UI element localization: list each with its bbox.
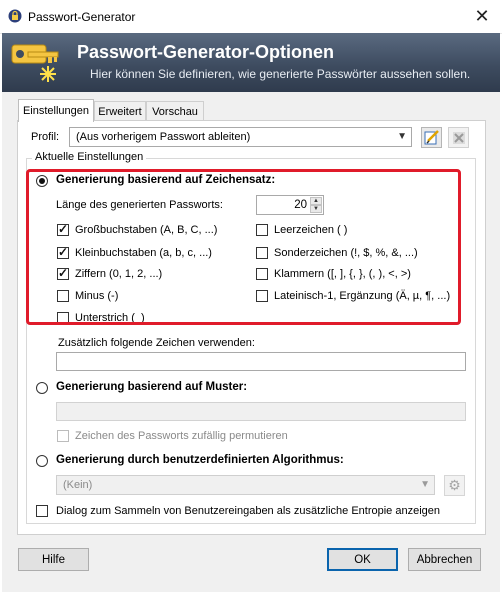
tab-vorschau[interactable]: Vorschau (146, 101, 204, 121)
tab-label: Vorschau (152, 105, 198, 118)
additional-chars-input[interactable] (56, 352, 466, 371)
radio-custom-algorithm-label: Generierung durch benutzerdefinierten Al… (56, 454, 344, 466)
cancel-button-label: Abbrechen (416, 553, 473, 566)
lock-icon (8, 9, 22, 23)
algorithm-dropdown[interactable]: (Kein) ▼ (56, 475, 435, 495)
algorithm-settings-button[interactable]: ⚙ (444, 475, 465, 496)
radio-pattern[interactable] (36, 382, 48, 394)
checkbox-permute[interactable] (57, 430, 69, 442)
checkbox-permute-label: Zeichen des Passworts zufällig permutier… (75, 430, 288, 442)
chevron-down-icon: ▼ (397, 131, 407, 142)
profile-dropdown[interactable]: (Aus vorherigem Passwort ableiten) ▼ (69, 127, 412, 147)
tab-erweitert[interactable]: Erweitert (94, 101, 146, 121)
window-title: Passwort-Generator (28, 10, 136, 24)
tab-einstellungen[interactable]: Einstellungen (18, 99, 94, 122)
highlight-box (26, 169, 461, 325)
help-button-label: Hilfe (41, 553, 65, 566)
tab-label: Einstellungen (22, 105, 90, 117)
header-banner: Passwort-Generator-Optionen Hier können … (2, 33, 500, 92)
radio-custom-algorithm[interactable] (36, 455, 48, 467)
help-button[interactable]: Hilfe (18, 548, 89, 571)
edit-icon (424, 129, 439, 144)
additional-chars-label: Zusätzlich folgende Zeichen verwenden: (58, 337, 255, 349)
profile-value: (Aus vorherigem Passwort ableiten) (76, 131, 251, 143)
radio-pattern-label: Generierung basierend auf Muster: (56, 381, 248, 393)
checkbox-entropy[interactable] (36, 505, 48, 517)
delete-profile-button[interactable] (448, 127, 469, 148)
cancel-button[interactable]: Abbrechen (408, 548, 481, 571)
close-button[interactable]: ✕ (462, 0, 502, 33)
algorithm-value: (Kein) (63, 479, 93, 491)
title-bar: Passwort-Generator ✕ (0, 0, 502, 34)
ok-button-label: OK (354, 553, 371, 566)
ok-button[interactable]: OK (327, 548, 398, 571)
banner-title: Passwort-Generator-Optionen (77, 42, 335, 62)
close-icon: ✕ (474, 6, 490, 26)
profile-label: Profil: (31, 131, 60, 143)
delete-icon (452, 131, 465, 144)
banner-subtitle: Hier können Sie definieren, wie generier… (90, 67, 471, 81)
pattern-input[interactable] (56, 402, 466, 421)
edit-profile-button[interactable] (421, 127, 442, 148)
tab-label: Erweitert (98, 105, 142, 118)
group-legend: Aktuelle Einstellungen (32, 151, 147, 163)
chevron-down-icon: ▼ (420, 479, 430, 490)
key-icon (11, 44, 59, 82)
checkbox-entropy-label: Dialog zum Sammeln von Benutzereingaben … (56, 505, 441, 517)
gear-icon: ⚙ (448, 477, 461, 493)
